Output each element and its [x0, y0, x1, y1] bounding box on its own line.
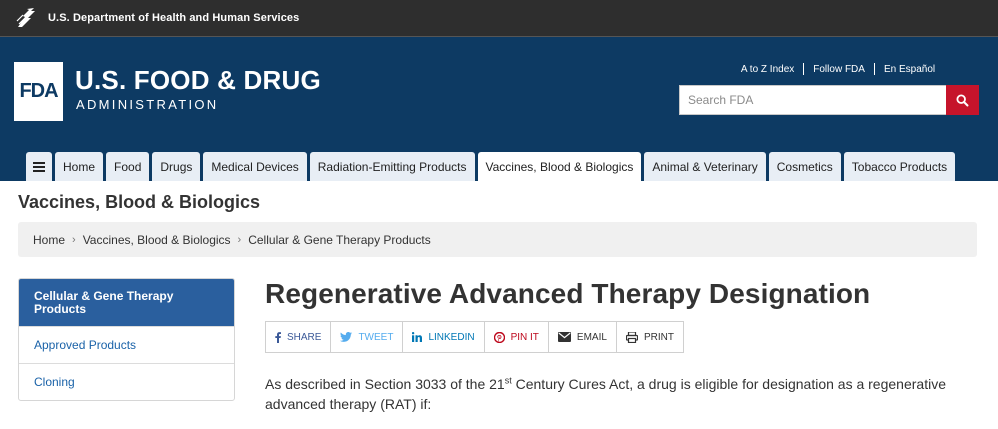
- share-linkedin-button[interactable]: LINKEDIN: [403, 322, 485, 352]
- chevron-right-icon: ›: [237, 233, 242, 246]
- tab-vaccines-blood-biologics[interactable]: Vaccines, Blood & Biologics: [477, 152, 642, 181]
- search-button[interactable]: [946, 85, 979, 115]
- tab-tobacco-products[interactable]: Tobacco Products: [843, 152, 956, 181]
- share-email-button[interactable]: EMAIL: [549, 322, 617, 352]
- search-form: [679, 85, 979, 115]
- email-label: EMAIL: [576, 331, 607, 343]
- sidebar-nav: Cellular & Gene Therapy Products Approve…: [18, 278, 235, 401]
- pinterest-icon: [493, 331, 505, 343]
- page-title: Regenerative Advanced Therapy Designatio…: [265, 278, 871, 309]
- tab-medical-devices[interactable]: Medical Devices: [203, 152, 307, 181]
- print-label: PRINT: [643, 331, 674, 343]
- linkedin-label: LINKEDIN: [428, 331, 475, 343]
- ordinal-superscript: st: [504, 375, 512, 386]
- breadcrumb-home[interactable]: Home: [33, 233, 65, 247]
- share-pinterest-button[interactable]: PIN IT: [485, 322, 549, 352]
- menu-button[interactable]: [26, 152, 52, 181]
- breadcrumb-cellular-gene[interactable]: Cellular & Gene Therapy Products: [248, 233, 431, 247]
- envelope-icon: [557, 332, 571, 342]
- breadcrumb-vaccines[interactable]: Vaccines, Blood & Biologics: [83, 233, 231, 247]
- en-espanol-link[interactable]: En Español: [875, 64, 944, 75]
- share-twitter-button[interactable]: TWEET: [331, 322, 404, 352]
- hamburger-icon: [33, 161, 45, 172]
- linkedin-icon: [412, 332, 423, 342]
- intro-paragraph: As described in Section 3033 of the 21st…: [265, 374, 965, 414]
- search-input[interactable]: [679, 85, 946, 115]
- fda-logo[interactable]: FDA: [14, 62, 63, 121]
- facebook-icon: [275, 331, 281, 343]
- tab-home[interactable]: Home: [55, 152, 104, 181]
- sidebar-item-cloning[interactable]: Cloning: [19, 363, 234, 400]
- a-to-z-index-link[interactable]: A to Z Index: [732, 64, 803, 75]
- utility-links: A to Z Index Follow FDA En Español: [678, 63, 998, 75]
- tab-animal-veterinary[interactable]: Animal & Veterinary: [644, 152, 766, 181]
- section-title: Vaccines, Blood & Biologics: [18, 192, 261, 212]
- share-label: SHARE: [287, 331, 322, 343]
- pin-it-label: PIN IT: [510, 331, 539, 343]
- main-nav: Home Food Drugs Medical Devices Radiatio…: [26, 152, 958, 181]
- tweet-label: TWEET: [358, 331, 394, 343]
- breadcrumb: Home › Vaccines, Blood & Biologics › Cel…: [18, 222, 977, 257]
- tab-food[interactable]: Food: [106, 152, 150, 181]
- fda-logo-text: FDA: [19, 80, 58, 102]
- hhs-top-bar: U.S. Department of Health and Human Serv…: [0, 0, 998, 37]
- tab-cosmetics[interactable]: Cosmetics: [768, 152, 841, 181]
- hhs-link[interactable]: U.S. Department of Health and Human Serv…: [48, 12, 299, 24]
- chevron-right-icon: ›: [72, 233, 76, 246]
- twitter-icon: [340, 332, 353, 342]
- hhs-eagle-icon[interactable]: [14, 5, 40, 31]
- site-subtitle[interactable]: ADMINISTRATION: [76, 97, 218, 112]
- site-title[interactable]: U.S. FOOD & DRUG: [75, 65, 321, 95]
- share-facebook-button[interactable]: SHARE: [266, 322, 332, 352]
- tab-radiation-emitting-products[interactable]: Radiation-Emitting Products: [309, 152, 475, 181]
- sidebar-item-approved-products[interactable]: Approved Products: [19, 326, 234, 363]
- intro-text-part1: As described in Section 3033 of the 21: [265, 376, 505, 392]
- print-button[interactable]: PRINT: [617, 322, 683, 352]
- search-icon: [956, 93, 969, 106]
- sidebar-item-cellular-gene-therapy[interactable]: Cellular & Gene Therapy Products: [19, 279, 234, 326]
- follow-fda-link[interactable]: Follow FDA: [804, 64, 874, 75]
- printer-icon: [625, 331, 638, 343]
- tab-drugs[interactable]: Drugs: [152, 152, 201, 181]
- share-bar: SHARE TWEET LINKEDIN PIN IT EMAIL PRINT: [265, 321, 684, 353]
